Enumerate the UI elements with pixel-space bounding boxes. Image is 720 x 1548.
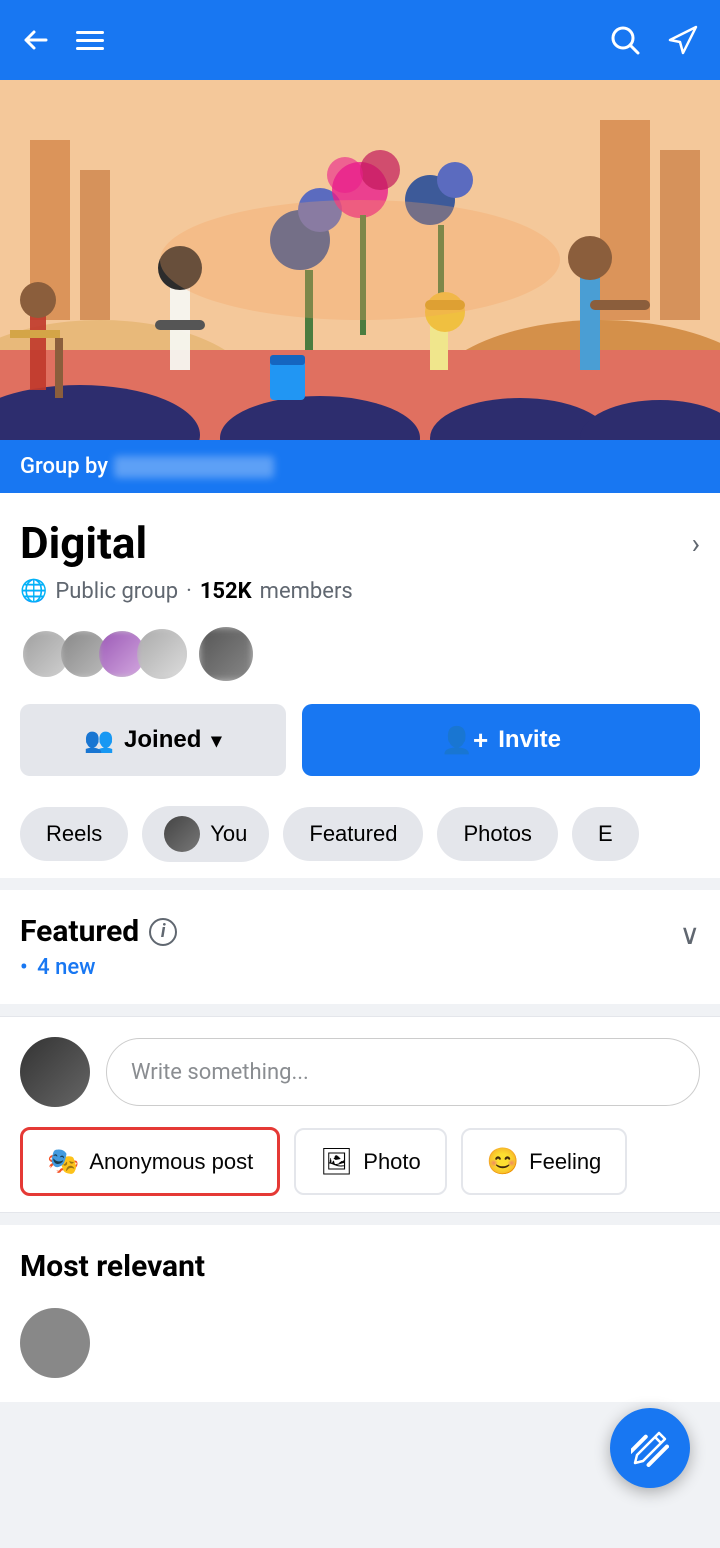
most-relevant-section: Most relevant [0,1225,720,1402]
compose-fab[interactable] [610,1408,690,1488]
group-info-section: Digital › 🌐 Public group · 152K members … [0,493,720,878]
divider-1 [0,878,720,890]
back-button[interactable] [20,24,52,56]
action-buttons: 👥 Joined ▾ 👤+ Invite [20,704,700,776]
nav-left [20,24,104,56]
featured-title-row: Featured i [20,914,177,949]
tab-reels[interactable]: Reels [20,807,128,861]
you-label: You [210,821,247,847]
photos-label: Photos [463,821,532,847]
invite-icon: 👤+ [441,725,489,756]
anonymous-icon: 🎭 [47,1146,79,1177]
photo-button[interactable]: 🖼 Photo [294,1128,447,1195]
group-expand-icon[interactable]: › [692,527,700,560]
invite-label: Invite [498,726,561,754]
anonymous-post-button[interactable]: 🎭 Anonymous post [20,1127,280,1196]
group-by-label: Group by [20,454,108,479]
featured-left: Featured i • 4 new [20,914,177,980]
post-input-area: Write something... [0,1016,720,1127]
featured-section: Featured i • 4 new ∨ [0,890,720,1004]
feeling-button[interactable]: 😊 Feeling [461,1128,628,1195]
group-by-bar: Group by [0,440,720,493]
anonymous-label: Anonymous post [89,1149,253,1175]
group-meta: 🌐 Public group · 152K members [20,579,700,604]
joined-button[interactable]: 👥 Joined ▾ [20,704,286,776]
more-label: E [598,821,613,847]
most-relevant-title: Most relevant [20,1249,205,1284]
member-avatars [20,624,700,684]
members-label: members [260,579,353,604]
divider-2 [0,1004,720,1016]
tab-featured[interactable]: Featured [283,807,423,861]
menu-button[interactable] [76,31,104,50]
search-button[interactable] [608,23,642,57]
feeling-label: Feeling [529,1149,601,1175]
photo-icon: 🖼 [320,1146,353,1177]
group-title: Digital [20,517,147,569]
globe-icon: 🌐 [20,579,47,604]
separator: · [186,579,192,604]
avatar [134,626,190,682]
user-avatar [20,1037,90,1107]
nav-right [608,23,700,57]
invite-button[interactable]: 👤+ Invite [302,704,700,776]
tab-more[interactable]: E [572,807,639,861]
group-by-name [114,456,274,478]
featured-title: Featured [20,914,139,949]
write-placeholder: Write something... [131,1060,309,1085]
post-actions: 🎭 Anonymous post 🖼 Photo 😊 Feeling [0,1127,720,1213]
group-type: Public group [55,579,178,604]
cover-image [0,80,720,440]
featured-header: Featured i • 4 new ∨ [20,914,700,980]
group-title-row: Digital › [20,517,700,569]
info-icon[interactable]: i [149,918,177,946]
reels-label: Reels [46,821,102,847]
share-button[interactable] [666,23,700,57]
joined-icon: 👥 [84,726,114,755]
tab-photos[interactable]: Photos [437,807,558,861]
tab-you[interactable]: You [142,806,269,862]
filter-tabs: Reels You Featured Photos E [20,796,700,878]
avatar [196,624,256,684]
dot-icon: • [20,955,28,980]
dropdown-icon: ▾ [211,728,221,753]
photo-label: Photo [363,1149,421,1175]
featured-label: Featured [309,821,397,847]
you-avatar [164,816,200,852]
member-count: 152K [200,579,252,604]
joined-label: Joined [124,726,201,754]
compose-icon [631,1429,669,1467]
top-navigation [0,0,720,80]
feeling-icon: 😊 [487,1146,519,1177]
featured-collapse-icon[interactable]: ∨ [680,914,701,951]
new-count: 4 new [37,955,95,980]
post-author-avatar [20,1308,90,1378]
write-something-input[interactable]: Write something... [106,1038,700,1106]
featured-new-count: • 4 new [20,955,177,980]
